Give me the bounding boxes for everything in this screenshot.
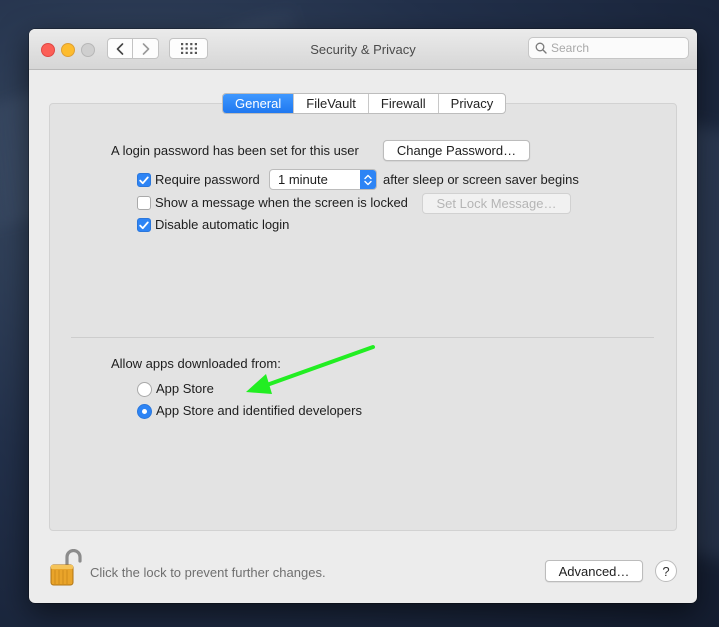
preferences-window: Security & Privacy General FileVault Fir… [29,29,697,603]
radio-app-store[interactable] [137,382,152,397]
search-icon [535,42,547,54]
disable-auto-login-checkbox[interactable] [137,218,151,232]
advanced-button[interactable]: Advanced… [545,560,643,582]
tab-bar: General FileVault Firewall Privacy [222,93,507,114]
show-message-checkbox[interactable] [137,196,151,210]
section-divider [71,337,654,338]
require-password-suffix: after sleep or screen saver begins [383,172,579,187]
checkmark-icon [139,176,149,184]
require-password-checkbox[interactable] [137,173,151,187]
tab-filevault[interactable]: FileVault [293,94,368,113]
require-password-label: Require password [155,172,260,187]
search-field[interactable] [528,37,689,59]
radio-app-store-label: App Store [156,381,214,396]
radio-app-store-identified-label: App Store and identified developers [156,403,362,418]
tab-general[interactable]: General [223,94,294,113]
title-bar: Security & Privacy [29,29,697,70]
tab-firewall[interactable]: Firewall [367,94,438,113]
general-panel [49,103,677,531]
help-button[interactable]: ? [655,560,677,582]
login-password-text: A login password has been set for this u… [111,143,359,158]
tab-privacy[interactable]: Privacy [437,94,506,113]
allow-apps-heading: Allow apps downloaded from: [111,356,281,371]
search-input[interactable] [551,41,681,55]
show-message-label: Show a message when the screen is locked [155,195,408,210]
set-lock-message-button: Set Lock Message… [422,193,571,214]
lock-status-text: Click the lock to prevent further change… [90,565,326,580]
updown-arrows-icon [360,170,376,189]
radio-app-store-identified[interactable] [137,404,152,419]
unlocked-padlock-icon [50,548,82,586]
lock-button[interactable] [47,548,83,589]
checkmark-icon [139,221,149,229]
require-password-delay-value: 1 minute [278,172,328,187]
disable-auto-login-label: Disable automatic login [155,217,290,232]
require-password-delay-select[interactable]: 1 minute [269,169,377,190]
change-password-button[interactable]: Change Password… [383,140,530,161]
